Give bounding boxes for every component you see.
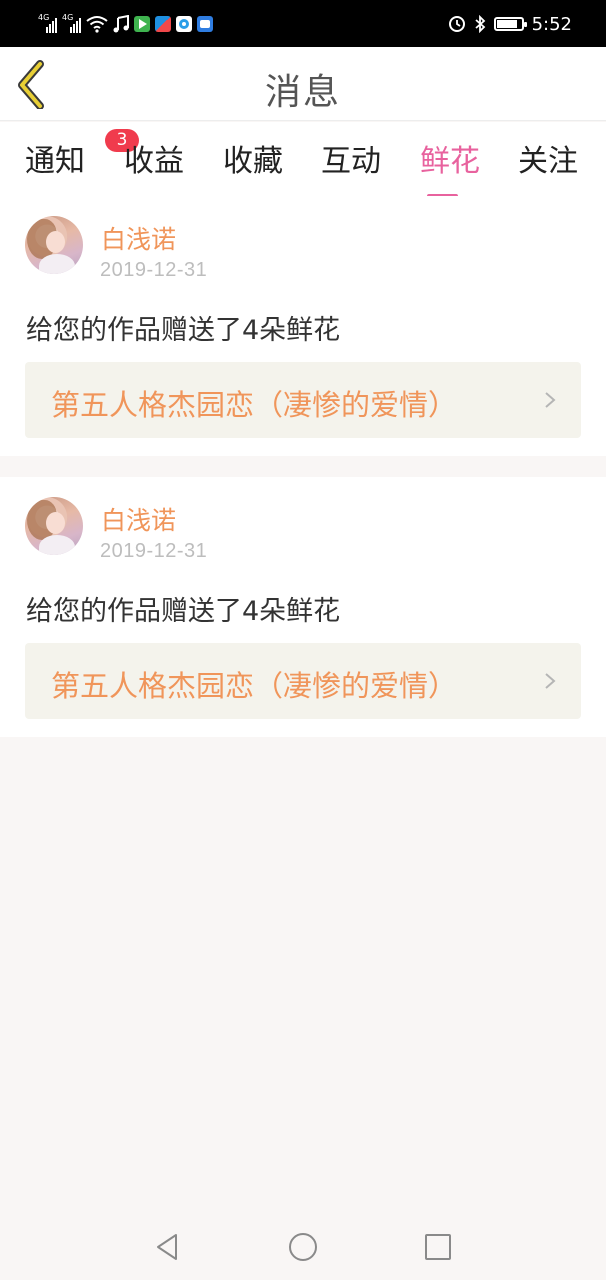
message-card: 白浅诺 2019-12-31 给您的作品赠送了4朵鲜花 第五人格杰园恋（凄惨的爱… xyxy=(0,196,606,456)
tab-notifications[interactable]: 通知 3 xyxy=(25,129,139,180)
message-text: 给您的作品赠送了4朵鲜花 xyxy=(26,596,341,627)
chevron-right-icon xyxy=(545,392,556,408)
network-label: 4G xyxy=(38,13,50,22)
tab-flowers[interactable]: 鲜花 xyxy=(420,136,480,198)
page-title: 消息 xyxy=(264,72,341,113)
message-date: 2019-12-31 xyxy=(100,540,208,562)
screen: 4G 4G 5:52 消息 通知 3 收益 收藏 互动 鲜花 关注 白浅诺 20… xyxy=(0,0,606,1280)
browser-app-icon xyxy=(176,16,192,32)
news-app-icon xyxy=(197,16,213,32)
message-card: 白浅诺 2019-12-31 给您的作品赠送了4朵鲜花 第五人格杰园恋（凄惨的爱… xyxy=(0,477,606,737)
tab-earnings[interactable]: 收益 xyxy=(124,136,184,180)
message-date: 2019-12-31 xyxy=(100,259,208,281)
chevron-right-icon xyxy=(545,673,556,689)
header: 消息 xyxy=(0,47,606,121)
work-link[interactable]: 第五人格杰园恋（凄惨的爱情） xyxy=(25,643,581,719)
signal-icon: 4G xyxy=(38,13,57,33)
tab-interactions[interactable]: 互动 xyxy=(321,136,381,180)
recents-square-icon[interactable] xyxy=(422,1231,454,1263)
bluetooth-icon xyxy=(474,15,485,33)
alarm-icon xyxy=(448,16,465,32)
work-link[interactable]: 第五人格杰园恋（凄惨的爱情） xyxy=(25,362,581,438)
tab-label: 互动 xyxy=(321,144,381,179)
status-bar: 4G 4G 5:52 xyxy=(0,0,606,47)
signal-icon: 4G xyxy=(62,13,81,33)
video-app-icon xyxy=(134,16,150,32)
battery-icon xyxy=(493,17,527,31)
avatar[interactable] xyxy=(25,497,83,555)
tab-bar: 通知 3 收益 收藏 互动 鲜花 关注 xyxy=(0,122,606,198)
avatar[interactable] xyxy=(25,216,83,274)
home-circle-icon[interactable] xyxy=(287,1231,319,1263)
network-label: 4G xyxy=(62,13,74,22)
tab-favorites[interactable]: 收藏 xyxy=(223,136,283,180)
tab-label: 收藏 xyxy=(223,144,283,179)
work-title: 第五人格杰园恋（凄惨的爱情） xyxy=(51,669,458,703)
tab-label: 鲜花 xyxy=(420,144,480,179)
status-time: 5:52 xyxy=(531,13,572,35)
tab-label: 通知 xyxy=(25,144,85,179)
tab-label: 收益 xyxy=(124,144,184,179)
tv-app-icon xyxy=(155,16,171,32)
music-icon xyxy=(113,15,129,33)
user-name[interactable]: 白浅诺 xyxy=(101,501,176,537)
message-text: 给您的作品赠送了4朵鲜花 xyxy=(26,315,341,346)
status-icons-left: 4G 4G xyxy=(38,12,213,36)
system-nav-bar xyxy=(0,1212,606,1280)
user-name[interactable]: 白浅诺 xyxy=(101,220,176,256)
wifi-icon xyxy=(86,16,108,33)
work-title: 第五人格杰园恋（凄惨的爱情） xyxy=(51,388,458,422)
tab-label: 关注 xyxy=(518,144,578,179)
back-triangle-icon[interactable] xyxy=(152,1231,184,1263)
tab-following[interactable]: 关注 xyxy=(518,136,578,180)
status-icons-right: 5:52 xyxy=(448,10,572,38)
